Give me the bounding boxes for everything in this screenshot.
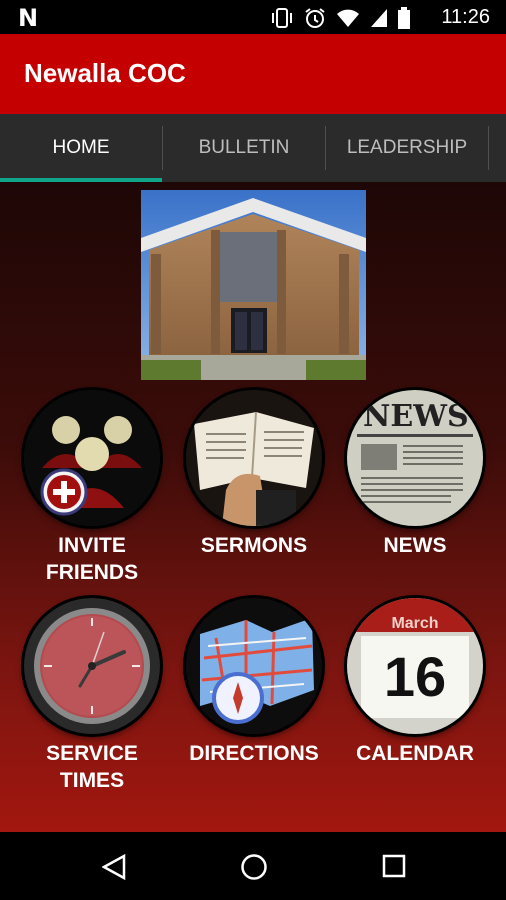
svg-text:NEWS: NEWS (363, 399, 469, 434)
grid-label: NEWS (383, 534, 447, 557)
tab-home[interactable]: HOME (0, 114, 162, 182)
home-content: INVITE FRIENDS SERMONS NEWS NEWS SERVICE… (0, 182, 506, 832)
grid-item-sermons[interactable]: SERMONS (174, 390, 334, 559)
church-photo (141, 190, 366, 380)
bible-icon[interactable] (186, 390, 322, 526)
clock-icon[interactable] (24, 598, 160, 734)
map-compass-icon[interactable] (186, 598, 322, 734)
wifi-icon (337, 9, 359, 27)
clock-time: 11:26 (441, 6, 490, 28)
back-icon[interactable] (102, 854, 126, 880)
grid-item-news[interactable]: NEWS NEWS (335, 390, 495, 559)
grid-item-invite-friends[interactable]: INVITE FRIENDS (12, 390, 172, 586)
grid-label: SERMONS (200, 534, 308, 557)
grid-item-calendar[interactable]: March 16 CALENDAR (335, 598, 495, 767)
signal-icon (371, 9, 387, 27)
notification-n-icon: N (18, 4, 39, 32)
vibrate-icon (272, 8, 292, 28)
grid-label: SERVICE TIMES (46, 742, 138, 792)
alarm-icon (305, 8, 325, 28)
app-title: Newalla COC (24, 58, 186, 88)
grid-label: INVITE FRIENDS (45, 534, 139, 584)
tab-bulletin[interactable]: BULLETIN (163, 114, 325, 182)
invite-friends-icon[interactable] (24, 390, 160, 526)
calendar-day: 16 (384, 645, 446, 708)
tab-leadership[interactable]: LEADERSHIP (326, 114, 488, 182)
calendar-icon[interactable]: March 16 (347, 598, 483, 734)
app-bar: Newalla COC (0, 34, 506, 114)
status-bar: N 11:26 (0, 0, 506, 34)
newspaper-icon[interactable]: NEWS (347, 390, 483, 526)
grid-label: DIRECTIONS (189, 742, 319, 765)
grid-label: CALENDAR (356, 742, 474, 765)
calendar-month: March (391, 615, 438, 632)
tab-bar: HOME BULLETIN LEADERSHIP (0, 114, 506, 182)
system-nav-bar (0, 832, 506, 900)
home-icon[interactable] (240, 853, 268, 881)
battery-icon (398, 7, 410, 29)
tab-divider (488, 126, 489, 170)
overview-icon[interactable] (382, 854, 406, 878)
grid-item-directions[interactable]: DIRECTIONS (174, 598, 334, 767)
grid-item-service-times[interactable]: SERVICE TIMES (12, 598, 172, 794)
